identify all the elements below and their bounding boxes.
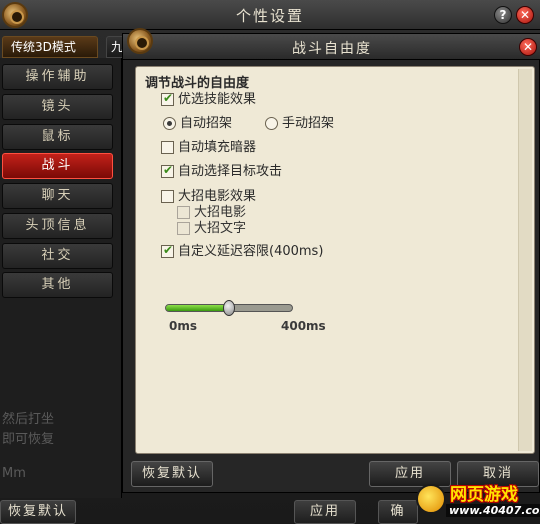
- sidebar-item-chat[interactable]: 聊天: [2, 183, 113, 209]
- settings-window-title: 个性设置: [235, 7, 304, 25]
- sidebar-item-social[interactable]: 社交: [2, 243, 113, 269]
- faded-hint-text: 然后打坐: [2, 412, 55, 427]
- sidebar-item-overhead-info[interactable]: 头顶信息: [2, 213, 113, 239]
- section-title: 调节战斗的自由度: [145, 76, 250, 91]
- faded-hint-text: Mm: [2, 466, 26, 481]
- watermark-url-text: www.40407.com: [446, 504, 540, 517]
- options-scrollbar[interactable]: [518, 69, 532, 451]
- checkbox-unchecked-icon[interactable]: [161, 190, 174, 203]
- checkbox-disabled-icon: [177, 206, 190, 219]
- checkbox-disabled-icon: [177, 222, 190, 235]
- restore-default-button[interactable]: 恢复默认: [131, 461, 213, 487]
- settings-sidebar: 操作辅助 镜头 鼠标 战斗 聊天 头顶信息 社交 其他 然后打坐 即可恢复 Mm: [0, 58, 122, 498]
- combat-freedom-dialog: 战斗自由度 ✕ 调节战斗的自由度 优选技能效果 自动招架 手动招架 自动填充暗器…: [122, 28, 540, 493]
- sidebar-item-mouse[interactable]: 鼠标: [2, 124, 113, 150]
- slider-max-label: 400ms: [281, 319, 326, 333]
- site-watermark-logo: 网页游戏 www.40407.com: [412, 478, 540, 524]
- sidebar-item-combat[interactable]: 战斗: [2, 153, 113, 179]
- slider-fill: [166, 305, 229, 311]
- radio-unselected-icon[interactable]: [265, 117, 278, 130]
- dialog-close-button[interactable]: ✕: [519, 38, 537, 56]
- checkbox-checked-icon[interactable]: [161, 242, 174, 258]
- checkbox-checked-icon[interactable]: [161, 162, 174, 178]
- delay-slider[interactable]: [165, 300, 293, 316]
- sidebar-item-other[interactable]: 其他: [2, 272, 113, 298]
- help-button[interactable]: ?: [494, 6, 512, 24]
- smiley-logo-icon: [416, 484, 446, 514]
- settings-restore-default-button[interactable]: 恢复默认: [0, 500, 76, 524]
- radio-selected-icon[interactable]: [163, 117, 176, 130]
- checkbox-unchecked-icon[interactable]: [161, 141, 174, 154]
- sidebar-item-operation-assist[interactable]: 操作辅助: [2, 64, 113, 90]
- settings-close-button[interactable]: ✕: [516, 6, 534, 24]
- dialog-title: 战斗自由度: [292, 41, 372, 57]
- watermark-main-text: 网页游戏: [450, 485, 518, 505]
- settings-title-bar[interactable]: 个性设置 ? ✕: [0, 0, 540, 30]
- faded-hint-text: 即可恢复: [2, 432, 55, 447]
- tab-traditional-3d[interactable]: 传统3D模式: [2, 36, 98, 58]
- checkbox-checked-icon[interactable]: [161, 90, 174, 106]
- slider-min-label: 0ms: [169, 319, 197, 333]
- sidebar-item-camera[interactable]: 镜头: [2, 94, 113, 120]
- slider-handle[interactable]: [223, 300, 235, 316]
- settings-apply-button[interactable]: 应用: [294, 500, 356, 524]
- dialog-title-bar[interactable]: 战斗自由度 ✕: [123, 28, 540, 60]
